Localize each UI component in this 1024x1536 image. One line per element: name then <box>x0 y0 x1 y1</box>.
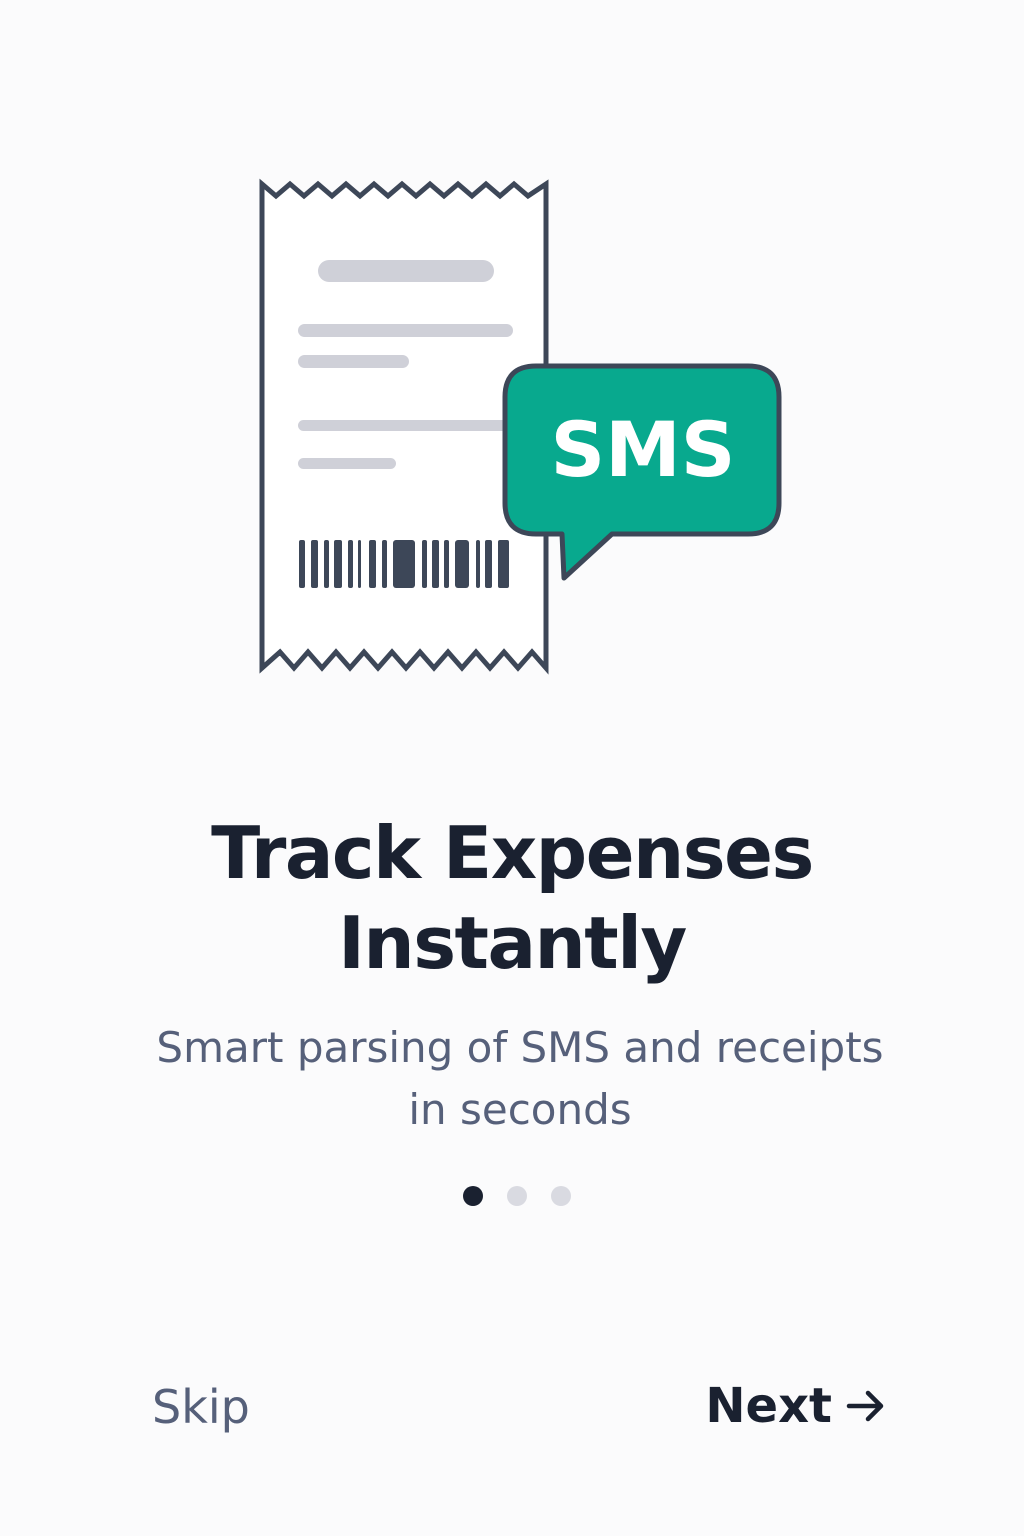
subtitle-line-1: Smart parsing of SMS and receipts <box>156 1023 884 1072</box>
arrow-right-icon <box>846 1389 886 1423</box>
next-label: Next <box>705 1378 832 1434</box>
page-dot-3[interactable] <box>551 1186 571 1206</box>
subtitle-line-2: in seconds <box>408 1085 632 1134</box>
title-line-2: Instantly <box>338 901 687 986</box>
skip-button[interactable]: Skip <box>152 1380 250 1434</box>
onboarding-title: Track Expenses Instantly <box>0 808 1024 988</box>
page-indicator <box>0 1186 1024 1206</box>
title-line-1: Track Expenses <box>211 811 814 896</box>
sms-label: SMS <box>550 405 735 494</box>
page-dot-1[interactable] <box>463 1186 483 1206</box>
next-button[interactable]: Next <box>705 1378 886 1434</box>
page-dot-2[interactable] <box>507 1186 527 1206</box>
onboarding-illustration: SMS <box>240 160 800 700</box>
onboarding-subtitle: Smart parsing of SMS and receipts in sec… <box>0 1017 1024 1141</box>
